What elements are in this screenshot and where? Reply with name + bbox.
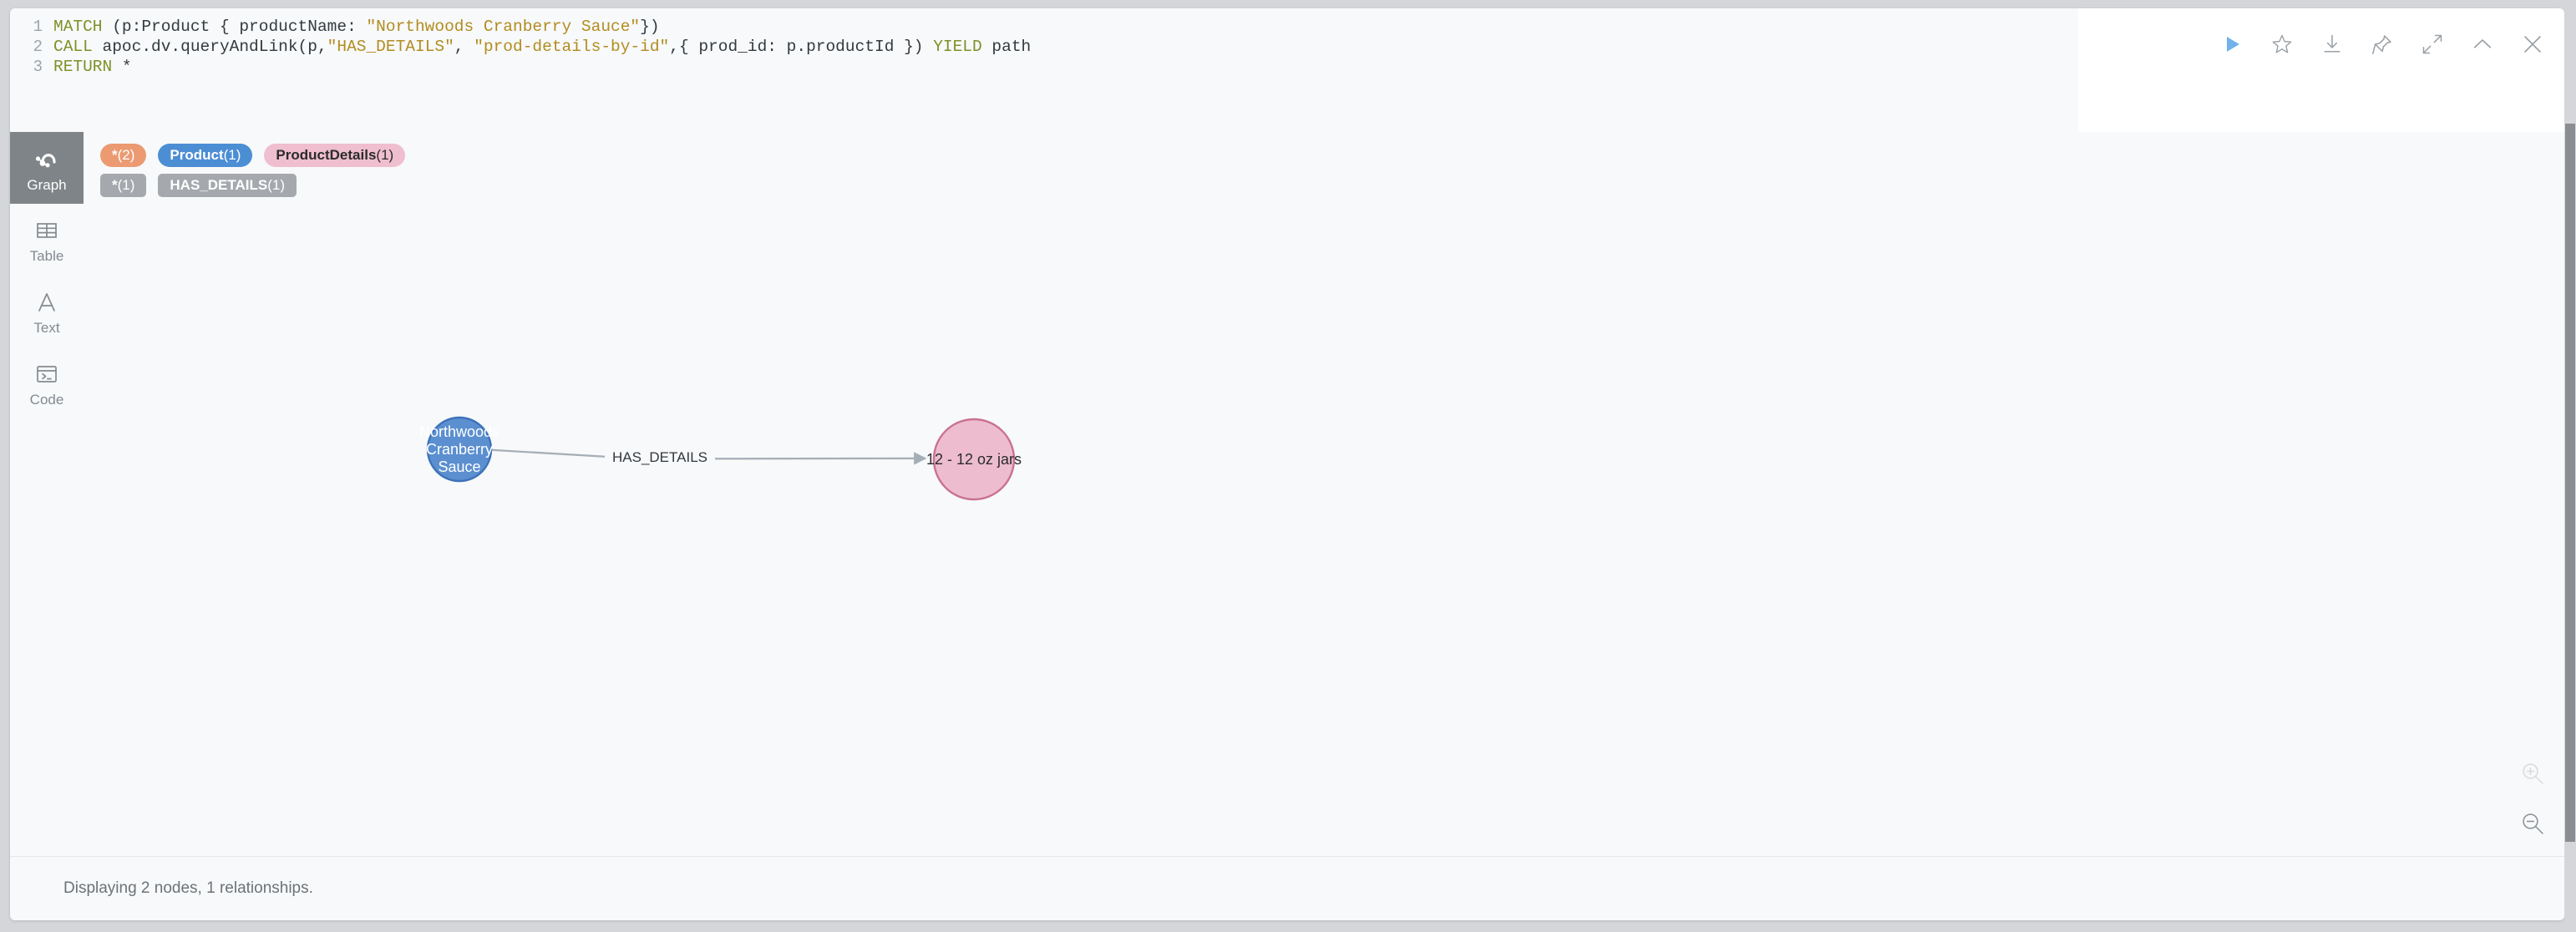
code-token: RETURN bbox=[53, 58, 122, 76]
code-line: 3 RETURN * bbox=[10, 57, 1031, 77]
query-result-card: 1 MATCH (p:Product { productName: "Northw… bbox=[10, 8, 2564, 920]
result-body: Graph Table Text Code * (2) Product (1) … bbox=[10, 132, 2564, 857]
graph-node[interactable]: Northwoods Cranberry Sauce bbox=[419, 416, 499, 483]
run-query-button[interactable] bbox=[2207, 19, 2257, 69]
zoom-in-button[interactable] bbox=[2516, 757, 2549, 790]
favorite-button[interactable] bbox=[2257, 19, 2307, 69]
code-token: "HAS_DETAILS" bbox=[327, 38, 454, 56]
pin-button[interactable] bbox=[2357, 19, 2407, 69]
sidebar-item-text[interactable]: Text bbox=[10, 276, 84, 347]
download-button[interactable] bbox=[2307, 19, 2357, 69]
sidebar-item-table[interactable]: Table bbox=[10, 204, 84, 276]
graph-node-caption-line: 12 - 12 oz jars bbox=[926, 451, 1022, 468]
code-token: CALL bbox=[53, 38, 103, 56]
cypher-editor[interactable]: 1 MATCH (p:Product { productName: "Northw… bbox=[10, 8, 2078, 132]
code-token: apoc.dv.queryAndLink(p, bbox=[102, 38, 327, 56]
line-number: 2 bbox=[33, 38, 43, 56]
code-token: , bbox=[454, 38, 474, 56]
zoom-controls bbox=[2516, 757, 2549, 840]
code-token: path bbox=[991, 38, 1032, 56]
sidebar-item-label-text: Text bbox=[33, 319, 60, 336]
table-icon bbox=[33, 217, 60, 244]
view-mode-sidebar: Graph Table Text Code bbox=[10, 132, 84, 857]
graph-node-caption: 12 - 12 oz jars bbox=[926, 451, 1022, 468]
graph-canvas[interactable]: HAS_DETAILS Northwoods Cranberry Sauce 12 - … bbox=[84, 132, 2564, 857]
code-token: * bbox=[121, 58, 132, 76]
line-number: 3 bbox=[33, 58, 43, 76]
code-icon bbox=[33, 361, 60, 387]
code-line: 1 MATCH (p:Product { productName: "Northw… bbox=[10, 17, 1031, 37]
page-scrollbar[interactable] bbox=[2564, 0, 2576, 932]
status-message: Displaying 2 nodes, 1 relationships. bbox=[63, 879, 313, 897]
graph-node[interactable]: 12 - 12 oz jars bbox=[926, 418, 1022, 501]
neo4j-browser-frame: 1 MATCH (p:Product { productName: "Northw… bbox=[0, 0, 2576, 932]
expand-button[interactable] bbox=[2407, 19, 2457, 69]
code-token: YIELD bbox=[933, 38, 992, 56]
graph-visualization-panel[interactable]: * (2) Product (1) ProductDetails (1) * (1) HAS_… bbox=[84, 132, 2564, 857]
zoom-out-button[interactable] bbox=[2516, 807, 2549, 840]
page-scrollbar-thumb[interactable] bbox=[2565, 124, 2575, 842]
line-number: 1 bbox=[33, 18, 43, 36]
code-token: (p:Product { productName: bbox=[112, 18, 367, 36]
code-token: "prod-details-by-id" bbox=[474, 38, 670, 56]
sidebar-item-code[interactable]: Code bbox=[10, 347, 84, 419]
sidebar-item-graph[interactable]: Graph bbox=[10, 132, 84, 204]
graph-node-caption-line: Cranberry bbox=[426, 441, 493, 458]
relationship-label: HAS_DETAILS bbox=[612, 449, 707, 465]
code-token: MATCH bbox=[53, 18, 113, 36]
relationship-line[interactable] bbox=[490, 448, 606, 458]
text-icon bbox=[33, 289, 60, 316]
status-bar: Displaying 2 nodes, 1 relationships. bbox=[10, 856, 2564, 920]
graph-node-caption-line: Sauce bbox=[438, 458, 480, 475]
sidebar-item-label-code: Code bbox=[29, 391, 64, 408]
sidebar-item-label-graph: Graph bbox=[27, 176, 67, 193]
graph-icon bbox=[33, 144, 61, 173]
close-button[interactable] bbox=[2508, 19, 2558, 69]
collapse-button[interactable] bbox=[2457, 19, 2508, 69]
sidebar-item-label-table: Table bbox=[29, 247, 64, 264]
code-token: }) bbox=[640, 18, 660, 36]
code-token: ,{ prod_id: p.productId }) bbox=[669, 38, 934, 56]
cypher-editor-lines: 1 MATCH (p:Product { productName: "Northw… bbox=[10, 8, 1032, 77]
code-token: "Northwoods Cranberry Sauce" bbox=[366, 18, 641, 36]
code-line: 2 CALL apoc.dv.queryAndLink(p,"HAS_DETAIL… bbox=[10, 37, 1032, 57]
graph-node-caption: Northwoods Cranberry Sauce bbox=[419, 423, 499, 475]
graph-node-caption-line: Northwoods bbox=[419, 423, 499, 440]
frame-toolbar bbox=[2207, 8, 2564, 80]
